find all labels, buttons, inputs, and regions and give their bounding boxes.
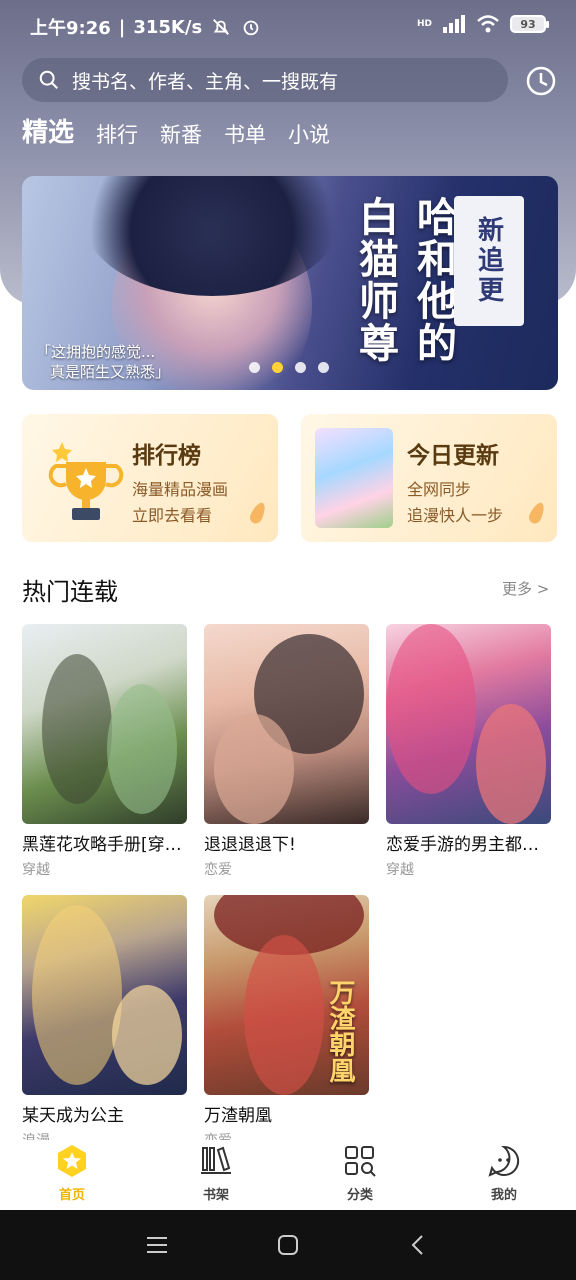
comic-title: 万渣朝凰 [204,1106,272,1126]
more-link[interactable]: 更多 > [502,578,549,599]
feather-decoration [247,500,269,526]
comic-title: 退退退退下! [204,835,296,855]
wifi-icon [477,15,499,33]
cover-figure [386,624,476,794]
nav-home-label: 首页 [58,1188,85,1203]
network-type: HD [416,19,432,29]
comic-card[interactable]: 某天成为公主 浪漫 [22,895,187,1142]
feather-decoration [526,500,548,526]
tab-novel[interactable]: 小说 [288,119,330,149]
comic-card[interactable]: 万渣朝凰 万渣朝凰 恋爱 [204,895,369,1142]
comic-cover[interactable]: 万渣朝凰 [204,895,369,1095]
signal-icon [443,15,465,33]
star-icon [58,1145,86,1177]
banner-dot-active[interactable] [272,362,283,373]
today-update-card[interactable]: 今日更新 全网同步 追漫快人一步 [301,414,557,542]
banner-caption-line2: 真是陌生又熟悉」 [50,363,171,381]
cover-title-text: 万渣朝凰 [325,979,355,1083]
nav-category[interactable]: 分类 [324,1140,396,1210]
update-card-title: 今日更新 [407,443,499,469]
nav-category-label: 分类 [346,1188,373,1203]
tab-booklist[interactable]: 书单 [224,119,266,149]
banner-title: 哈和他的白猫师尊 [352,196,456,364]
bottom-nav: 首页 书架 分类 我的 [0,1140,576,1210]
update-card-subtitle: 全网同步 [407,480,472,499]
banner-carousel[interactable]: 哈和他的白猫师尊 新追更 「这拥抱的感觉... 真是陌生又熟悉」 [22,176,558,390]
system-nav-bar [0,1210,576,1280]
back-icon[interactable] [405,1232,431,1258]
mute-icon [213,19,230,35]
banner-caption: 「这拥抱的感觉... 真是陌生又熟悉」 [36,342,170,382]
cover-figure [112,985,182,1085]
comic-title: 某天成为公主 [22,1106,124,1126]
alarm-icon [243,20,259,36]
comic-cover[interactable] [386,624,551,824]
banner-tag: 新追更 [454,196,524,326]
comic-cover[interactable] [204,624,369,824]
search-icon [39,70,58,89]
banner-dot[interactable] [318,362,329,373]
status-bar: 上午9:26 | 315K/s HD 93 [0,0,576,52]
status-divider: | [118,16,126,38]
ranking-card[interactable]: 排行榜 海量精品漫画 立即去看看 [22,414,278,542]
update-thumbnail [315,428,393,528]
comic-genre: 恋爱 [204,862,232,878]
nav-profile[interactable]: 我的 [468,1140,540,1210]
comic-cover[interactable] [22,895,187,1095]
comic-card[interactable]: 恋爱手游的男主都… 穿越 [386,624,551,879]
nav-profile-label: 我的 [490,1188,517,1203]
comic-title: 黑莲花攻略手册[穿… [22,835,182,855]
cover-figure [42,654,112,804]
home-icon[interactable] [275,1232,301,1258]
banner-pagination [249,362,329,373]
search-placeholder: 搜书名、作者、主角、一搜既有 [72,70,339,93]
battery-level: 93 [520,17,536,31]
comic-card[interactable]: 退退退退下! 恋爱 [204,624,369,879]
bookshelf-icon [201,1146,231,1174]
ranking-card-title: 排行榜 [132,443,201,469]
search-input[interactable]: 搜书名、作者、主角、一搜既有 [22,58,508,102]
trophy-icon [48,442,124,520]
comic-title: 恋爱手游的男主都… [386,835,539,855]
nav-bookshelf[interactable]: 书架 [180,1140,252,1210]
cover-figure [32,905,122,1085]
category-icon [345,1146,376,1177]
cover-figure [107,684,177,814]
nav-bookshelf-label: 书架 [202,1188,229,1203]
cover-figure [244,935,324,1095]
comic-genre: 穿越 [386,862,414,878]
ranking-card-subtitle: 海量精品漫画 [132,480,229,499]
cover-figure [476,704,546,824]
comic-card[interactable]: 黑莲花攻略手册[穿… 穿越 [22,624,187,879]
status-right: HD 93 [416,14,549,34]
category-tabs: 精选 排行 新番 书单 小说 [22,112,330,149]
history-icon[interactable] [524,64,558,98]
menu-icon[interactable] [144,1232,170,1258]
status-time: 上午9:26 [30,18,111,39]
cover-figure [214,714,294,824]
nav-home[interactable]: 首页 [36,1140,108,1210]
comic-genre: 穿越 [22,862,50,878]
banner-caption-line1: 「这拥抱的感觉... [36,343,156,361]
hot-section-title: 热门连载 [22,578,118,606]
comic-cover[interactable] [22,624,187,824]
profile-icon [488,1145,520,1177]
status-net-speed: 315K/s [133,16,203,38]
status-left: 上午9:26 | 315K/s [30,14,262,40]
update-card-cta: 追漫快人一步 [407,506,504,525]
tab-ranking[interactable]: 排行 [96,119,138,149]
tab-featured[interactable]: 精选 [22,112,74,149]
banner-dot[interactable] [295,362,306,373]
battery-icon: 93 [510,15,549,33]
banner-dot[interactable] [249,362,260,373]
tab-new[interactable]: 新番 [160,119,202,149]
ranking-card-cta: 立即去看看 [132,506,213,525]
